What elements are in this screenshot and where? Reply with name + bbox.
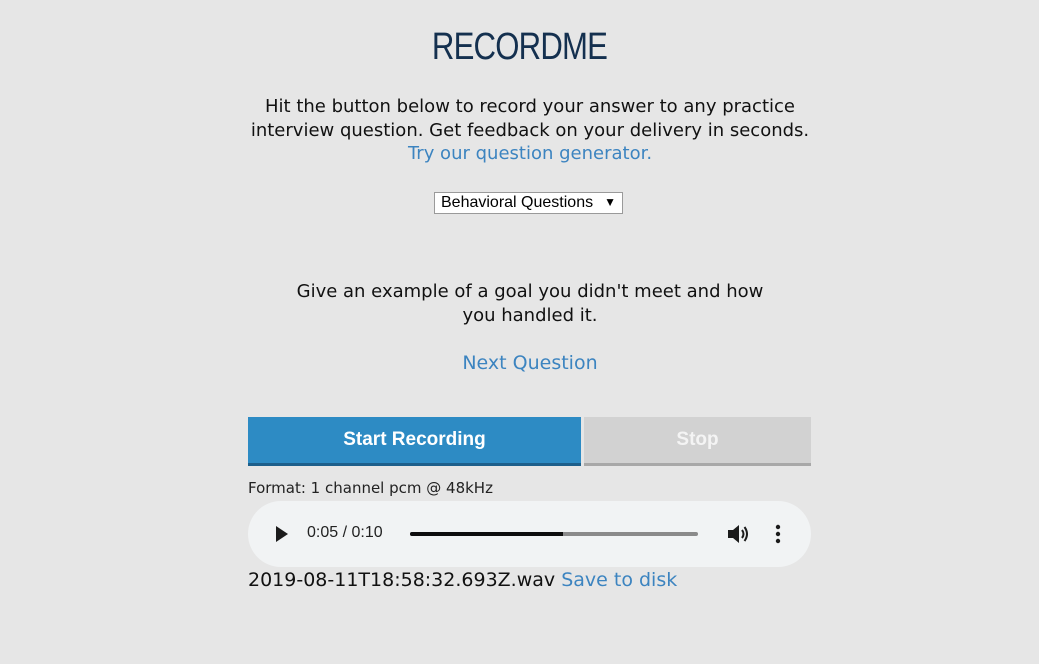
format-info: Format: 1 channel pcm @ 48kHz — [248, 479, 493, 497]
audio-player: 0:05 / 0:10 — [248, 501, 811, 567]
recording-filename: 2019-08-11T18:58:32.693Z.wav — [248, 569, 556, 591]
question-text: Give an example of a goal you didn't mee… — [296, 281, 764, 326]
more-vertical-icon[interactable] — [775, 523, 781, 545]
progress-slider[interactable] — [410, 532, 698, 536]
category-select[interactable]: Behavioral Questions ▼ — [434, 192, 623, 214]
play-icon[interactable] — [276, 526, 288, 542]
save-to-disk-link[interactable]: Save to disk — [561, 569, 677, 591]
dropdown-arrow-icon: ▼ — [604, 195, 616, 209]
intro-section: Hit the button below to record your answ… — [244, 95, 816, 166]
start-recording-button[interactable]: Start Recording — [248, 417, 581, 466]
intro-text: Hit the button below to record your answ… — [250, 96, 810, 141]
app-title: RECORDME — [431, 26, 608, 68]
category-select-value: Behavioral Questions — [441, 194, 594, 211]
recording-file-row: 2019-08-11T18:58:32.693Z.wav Save to dis… — [248, 569, 677, 591]
stop-button[interactable]: Stop — [584, 417, 811, 466]
question-generator-link[interactable]: Try our question generator. — [244, 142, 816, 166]
progress-fill — [410, 532, 563, 536]
playback-time: 0:05 / 0:10 — [307, 524, 383, 541]
next-question-link[interactable]: Next Question — [462, 352, 597, 374]
volume-icon[interactable] — [726, 523, 750, 545]
